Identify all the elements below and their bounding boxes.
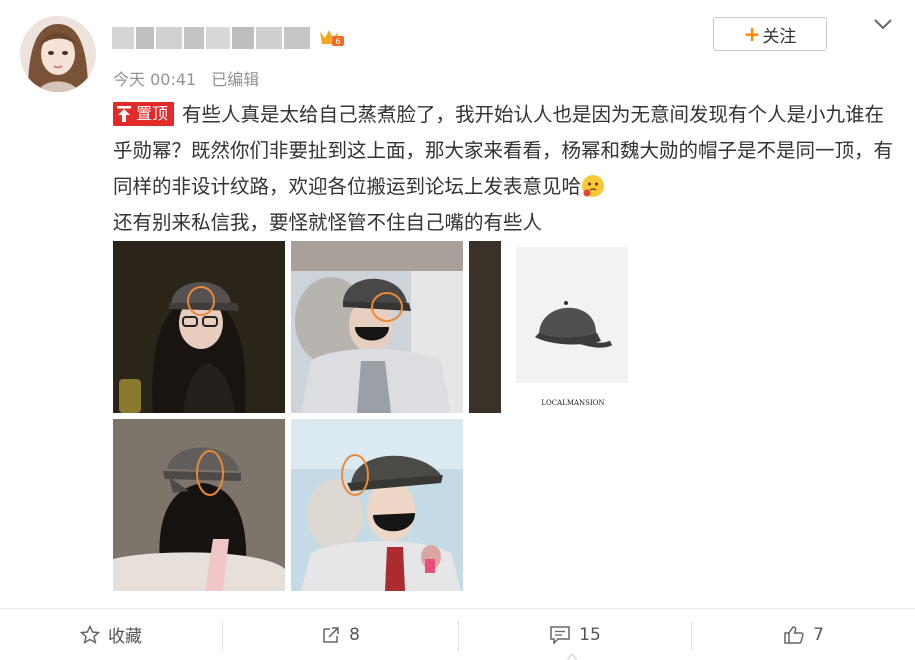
- favorite-label: 收藏: [108, 627, 142, 647]
- thumbs-up-icon: [784, 625, 804, 644]
- pinned-label: 置顶: [136, 103, 169, 123]
- svg-text:6: 6: [335, 37, 340, 46]
- post-text-main: 有些人真是太给自己蒸煮脸了，我开始认人也是因为无意间发现有个人是小九谁在乎勋幂？…: [113, 103, 894, 198]
- vip-badge-icon: 6: [318, 26, 346, 48]
- follow-button[interactable]: + 关注: [713, 17, 827, 51]
- photo-3-product[interactable]: LOCALMANSION: [469, 241, 641, 413]
- post-timestamp[interactable]: 今天 00:41: [113, 70, 196, 89]
- post-meta: 今天 00:41 已编辑: [113, 66, 269, 90]
- post-text-second: 还有别来私信我，要怪就怪管不住自己嘴的有些人: [113, 211, 543, 234]
- weibo-post: 6 今天 00:41 已编辑 + 关注 置顶 有些人真是太给自己蒸煮脸了，我开始…: [0, 0, 915, 660]
- edited-label[interactable]: 已编辑: [211, 70, 259, 89]
- photo-1[interactable]: [113, 241, 285, 413]
- pin-icon: [117, 105, 131, 122]
- avatar[interactable]: [20, 16, 96, 92]
- photo-4[interactable]: [113, 419, 285, 591]
- thinking-emoji-icon: [582, 174, 605, 197]
- username-blurred[interactable]: [112, 27, 312, 49]
- comment-count: 15: [579, 624, 601, 645]
- repost-count: 8: [349, 624, 360, 645]
- photo-5[interactable]: [291, 419, 463, 591]
- pinned-badge: 置顶: [113, 101, 175, 126]
- product-caption: LOCALMANSION: [541, 399, 604, 407]
- action-bar: 收藏 8 15 7: [0, 609, 915, 660]
- plus-icon: +: [743, 22, 761, 46]
- chevron-down-icon[interactable]: [872, 16, 894, 32]
- caret-up-icon: [567, 653, 577, 660]
- star-outline-icon: [80, 624, 100, 644]
- post-content: 置顶 有些人真是太给自己蒸煮脸了，我开始认人也是因为无意间发现有个人是小九谁在乎…: [113, 97, 893, 241]
- like-button[interactable]: 7: [692, 609, 915, 660]
- like-count: 7: [813, 624, 824, 645]
- repost-button[interactable]: 8: [223, 609, 458, 660]
- comment-icon: [550, 625, 570, 645]
- photo-2[interactable]: [291, 241, 463, 413]
- favorite-button[interactable]: 收藏: [0, 609, 222, 660]
- repost-icon: [323, 626, 339, 643]
- follow-label: 关注: [762, 26, 797, 47]
